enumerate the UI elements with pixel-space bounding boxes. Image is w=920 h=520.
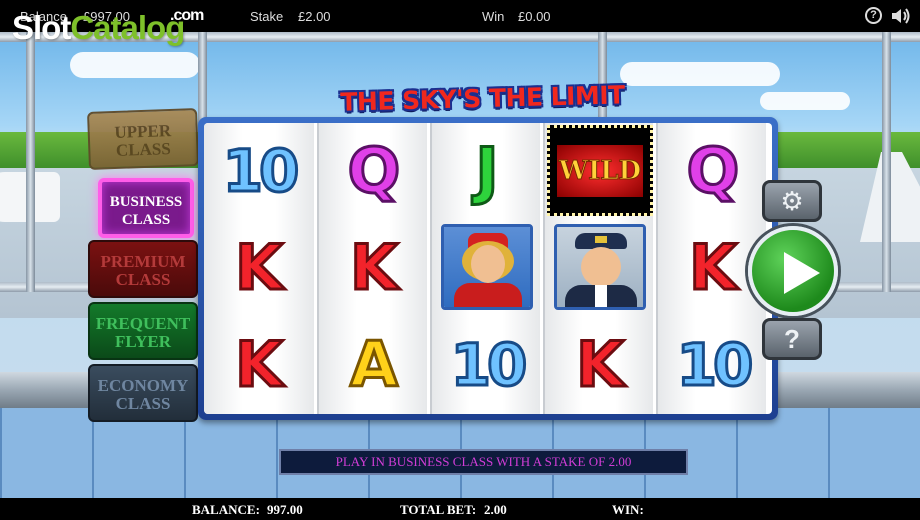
symbol-10: 10 [675, 329, 755, 400]
class-button-business[interactable]: BUSINESS CLASS [98, 178, 194, 238]
reel-frame: 10 K K Q K A J 10 WILD K Q K 10 [198, 117, 778, 420]
symbol-k: K [348, 230, 399, 306]
stake-value: £2.00 [298, 9, 331, 24]
symbol-stewardess [441, 224, 533, 310]
bottom-status-bar: BALANCE: 997.00 TOTAL BET: 2.00 WIN: [0, 498, 920, 520]
win-label: Win [482, 9, 505, 24]
symbol-j: J [474, 133, 500, 209]
symbol-q: Q [685, 133, 741, 209]
gear-icon: ⚙ [780, 186, 804, 216]
symbol-pilot [554, 224, 646, 310]
stake-label: Stake [250, 9, 284, 24]
reel-2: Q K A [317, 123, 427, 414]
total-bet-label: TOTAL BET: [400, 502, 477, 517]
play-icon [784, 252, 820, 294]
bottom-balance-value: 997.00 [267, 502, 303, 517]
slotcatalog-watermark: SlotCatalog .com [12, 7, 204, 46]
symbol-10: 10 [221, 135, 301, 206]
class-button-economy[interactable]: ECONOMY CLASS [88, 364, 198, 422]
reel-1: 10 K K [204, 123, 314, 414]
reel-grid: 10 K K Q K A J 10 WILD K Q K 10 [204, 123, 772, 414]
paytable-help-button[interactable]: ? [762, 318, 822, 360]
reel-3: J 10 [430, 123, 540, 414]
spin-button[interactable] [748, 226, 838, 316]
class-button-upper[interactable]: UPPER CLASS [87, 108, 199, 170]
wild-label: WILD [557, 144, 643, 197]
bottom-win-label: WIN: [612, 502, 644, 517]
symbol-k: K [574, 327, 625, 403]
info-message: PLAY IN BUSINESS CLASS WITH A STAKE OF 2… [279, 449, 688, 475]
win-value: £0.00 [518, 9, 551, 24]
symbol-q: Q [346, 133, 402, 209]
speaker-icon[interactable] [891, 7, 911, 25]
settings-button[interactable]: ⚙ [762, 180, 822, 222]
symbol-k: K [233, 230, 284, 306]
bottom-balance-label: BALANCE: [192, 502, 260, 517]
class-button-frequent-flyer[interactable]: FREQUENT FLYER [88, 302, 198, 360]
symbol-k: K [233, 327, 284, 403]
class-button-premium[interactable]: PREMIUM CLASS [88, 240, 198, 298]
symbol-10: 10 [449, 329, 529, 400]
total-bet-value: 2.00 [484, 502, 507, 517]
symbol-a: A [349, 327, 400, 403]
help-icon[interactable]: ? [865, 7, 882, 24]
reel-4: WILD K [543, 123, 653, 414]
symbol-wild: WILD [547, 125, 653, 216]
